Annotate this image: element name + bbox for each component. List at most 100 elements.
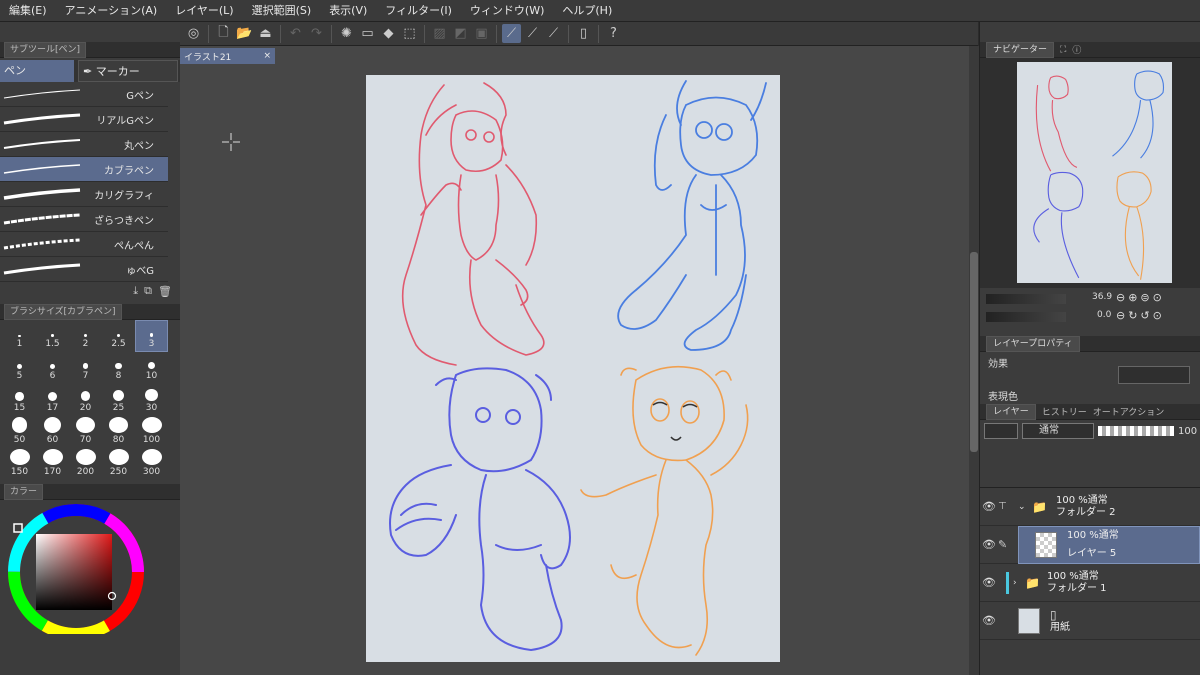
navigator-view[interactable] (980, 58, 1200, 288)
brush-size-option[interactable]: 17 (36, 384, 69, 416)
rotation-buttons[interactable]: ⊖↻↺⊙ (1116, 309, 1165, 322)
zoom-slider[interactable] (986, 294, 1066, 304)
group-marker[interactable]: ✒ マーカー (78, 60, 178, 82)
layer-row[interactable]: 👁 ▯ 用紙 (980, 602, 1200, 640)
invert-selection-icon[interactable]: ◩ (451, 24, 470, 43)
crop-icon[interactable]: ▣ (472, 24, 491, 43)
color-tab-label[interactable]: カラー (4, 483, 44, 500)
layer-row[interactable]: 👁 › 📁 100 %通常 フォルダー 1 (980, 564, 1200, 602)
brush-size-option[interactable]: 100 (135, 416, 168, 448)
brush-size-option[interactable]: 60 (36, 416, 69, 448)
brush-size-option[interactable]: 7 (69, 352, 102, 384)
brush-size-option[interactable]: 2 (69, 320, 102, 352)
brush-item[interactable]: 丸ペン (0, 132, 168, 157)
menu-edit[interactable]: 編集(E) (0, 0, 56, 22)
layer-color-select[interactable] (984, 423, 1018, 439)
trash-icon[interactable]: 🗑 (158, 285, 172, 298)
snap-grid-icon[interactable]: ⟋ (544, 24, 563, 43)
close-icon[interactable]: × (263, 51, 271, 61)
expand-icon[interactable]: ⌄ (1018, 502, 1032, 512)
brush-size-option[interactable]: 200 (69, 448, 102, 480)
eye-icon[interactable]: 👁 (980, 500, 998, 513)
brush-size-option[interactable]: 150 (3, 448, 36, 480)
opacity-slider[interactable] (1098, 426, 1174, 436)
help-icon[interactable]: ? (604, 24, 623, 43)
smartphone-icon[interactable]: ▯ (574, 24, 593, 43)
brush-size-option[interactable]: 5 (3, 352, 36, 384)
menu-help[interactable]: ヘルプ(H) (553, 0, 621, 22)
sub-view-icon[interactable]: ⛶ (1060, 45, 1066, 55)
menu-selection[interactable]: 選択範囲(S) (243, 0, 321, 22)
menu-view[interactable]: 表示(V) (320, 0, 376, 22)
menu-filter[interactable]: フィルター(I) (376, 0, 461, 22)
brush-size-option[interactable]: 10 (135, 352, 168, 384)
color-wheel[interactable] (0, 504, 160, 640)
brush-item[interactable]: カブラペン (0, 157, 168, 182)
brush-item[interactable]: ゅべG (0, 257, 168, 282)
document-tab[interactable]: イラスト21 × (180, 48, 275, 64)
brush-size-option[interactable]: 70 (69, 416, 102, 448)
brush-size-option[interactable]: 170 (36, 448, 69, 480)
blend-mode-select[interactable]: 通常 (1022, 423, 1094, 439)
brush-size-option[interactable]: 20 (69, 384, 102, 416)
duplicate-icon[interactable]: ⧉ (144, 284, 152, 298)
brush-size-option[interactable]: 250 (102, 448, 135, 480)
app-logo-icon[interactable]: ◎ (184, 24, 203, 43)
brush-size-tab-label[interactable]: ブラシサイズ[カブラペン] (4, 303, 122, 320)
brush-size-option[interactable]: 50 (3, 416, 36, 448)
canvas-vertical-scrollbar[interactable] (969, 46, 979, 675)
brush-item[interactable]: ざらつきペン (0, 207, 168, 232)
tab-history[interactable]: ヒストリー (1042, 405, 1087, 418)
collapse-icon[interactable]: › (1013, 578, 1025, 588)
deselect-icon[interactable]: ▨ (430, 24, 449, 43)
navigator-tab[interactable]: ナビゲーター (986, 41, 1055, 58)
brush-size-option[interactable]: 300 (135, 448, 168, 480)
group-pen[interactable]: ペン (0, 60, 74, 82)
zoom-buttons[interactable]: ⊖⊕⊜⊙ (1116, 291, 1165, 304)
brush-size-option[interactable]: 30 (135, 384, 168, 416)
eye-icon[interactable]: 👁 (980, 576, 998, 589)
new-file-icon[interactable]: 🗋 (214, 24, 233, 43)
download-icon[interactable]: ⤓ (133, 284, 138, 298)
eye-icon[interactable]: 👁 (980, 538, 998, 551)
menu-layer[interactable]: レイヤー(L) (166, 0, 242, 22)
layer-row[interactable]: 👁 ⊤ ⌄ 📁 100 %通常 フォルダー 2 (980, 488, 1200, 526)
brush-size-option[interactable]: 6 (36, 352, 69, 384)
tab-auto-action[interactable]: オートアクション (1093, 405, 1165, 418)
brush-item[interactable]: リアルGペン (0, 107, 168, 132)
subtool-tab-label[interactable]: サブツール[ペン] (4, 41, 87, 58)
snap-ruler-icon[interactable]: ⟋ (502, 24, 521, 43)
open-folder-icon[interactable]: 📂 (235, 24, 254, 43)
menu-window[interactable]: ウィンドウ(W) (461, 0, 553, 22)
loading-icon[interactable]: ✺ (337, 24, 356, 43)
undo-icon[interactable]: ↶ (286, 24, 305, 43)
tab-layer[interactable]: レイヤー (986, 403, 1036, 420)
brush-size-option[interactable]: 3 (135, 320, 168, 352)
rotation-slider[interactable] (986, 312, 1066, 322)
brush-size-option[interactable]: 1.5 (36, 320, 69, 352)
brush-size-option[interactable]: 15 (3, 384, 36, 416)
info-icon[interactable]: ⓘ (1072, 43, 1081, 56)
menu-animation[interactable]: アニメーション(A) (56, 0, 167, 22)
redo-icon[interactable]: ↷ (307, 24, 326, 43)
save-icon[interactable]: ⏏ (256, 24, 275, 43)
snap-special-ruler-icon[interactable]: ⟋ (523, 24, 542, 43)
scroll-thumb[interactable] (970, 252, 978, 452)
layer-row[interactable]: 👁 ✎ 100 %通常 レイヤー 5 (980, 525, 1200, 564)
effect-buttons[interactable] (1118, 366, 1190, 384)
pin-icon[interactable]: ⊤ (998, 501, 1018, 512)
eye-icon[interactable]: 👁 (980, 614, 998, 627)
brush-item[interactable]: カリグラフィ (0, 182, 168, 207)
brush-size-option[interactable]: 25 (102, 384, 135, 416)
transform-icon[interactable]: ⬚ (400, 24, 419, 43)
brush-item[interactable]: Gペン (0, 82, 168, 107)
brush-size-option[interactable]: 2.5 (102, 320, 135, 352)
brush-size-option[interactable]: 1 (3, 320, 36, 352)
layer-property-tab[interactable]: レイヤープロパティ (986, 335, 1080, 352)
brush-size-option[interactable]: 80 (102, 416, 135, 448)
brush-item[interactable]: ぺんぺん (0, 232, 168, 257)
clear-icon[interactable]: ▭ (358, 24, 377, 43)
brush-size-option[interactable]: 8 (102, 352, 135, 384)
fill-icon[interactable]: ◆ (379, 24, 398, 43)
paper-canvas[interactable] (366, 75, 780, 662)
